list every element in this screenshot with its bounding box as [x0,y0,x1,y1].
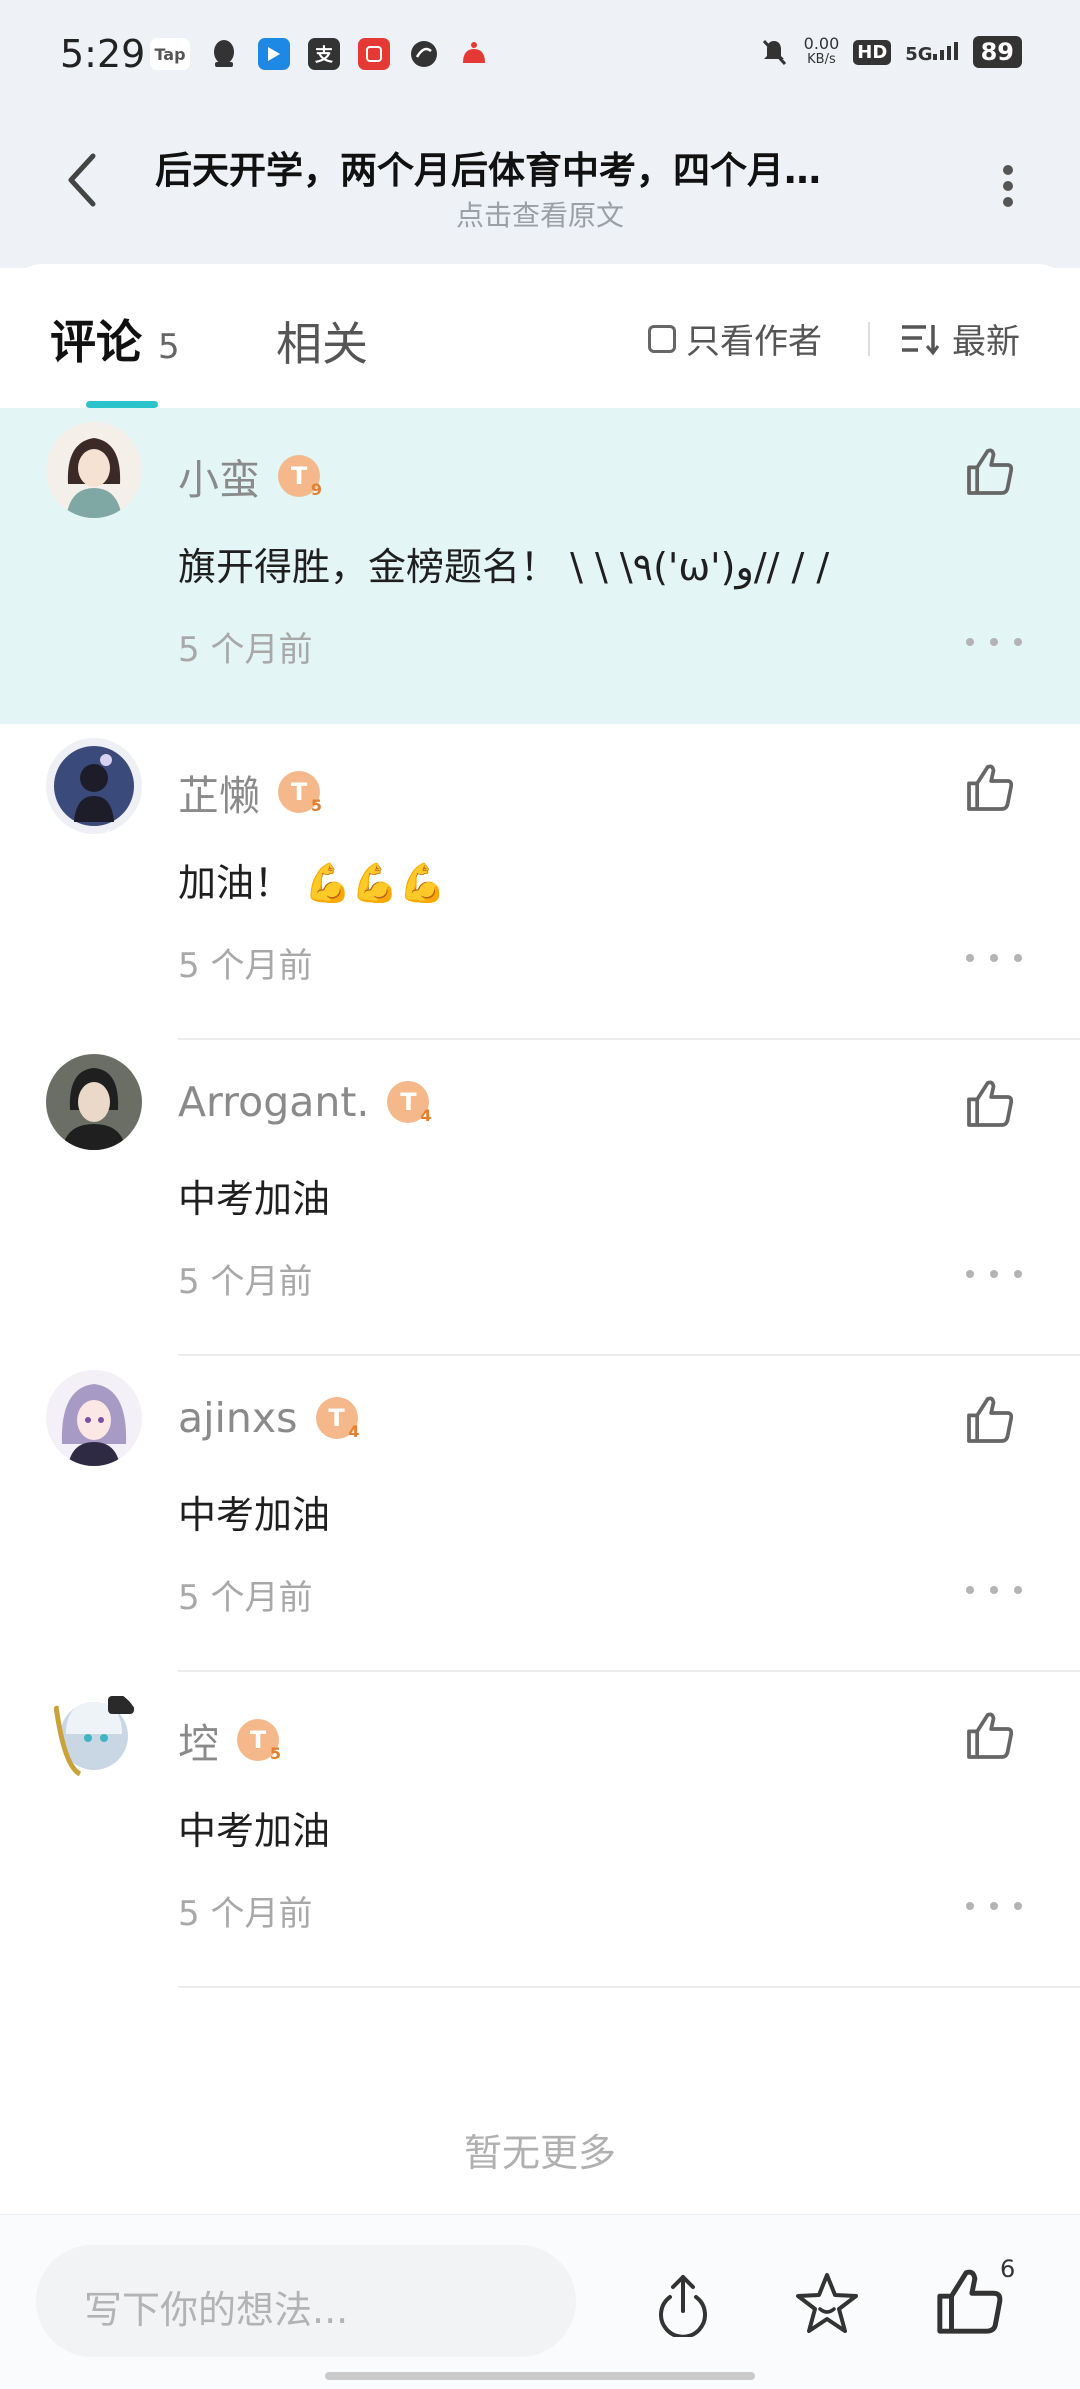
comment-more-button[interactable] [966,1894,1022,1918]
comment-username[interactable]: 小蛮 T9 [178,446,322,506]
bilibili-icon [258,38,290,70]
divider [868,322,870,356]
status-indicators: 0.00 KB/s HD 5G 89 [758,36,1022,68]
comments-sheet: 评论 5 相关 只看作者 最新 小蛮 T9 旗开得胜，金榜题名！ \ \ \٩(… [0,264,1080,2214]
comment-time: 5 个月前 [178,1578,313,1618]
comment-item[interactable]: Arrogant. T4 中考加油 5 个月前 [0,1040,1080,1356]
username-text: ajinxs [178,1394,298,1442]
author-only-label: 只看作者 [686,322,822,362]
home-indicator[interactable] [325,2372,755,2380]
alipay-icon: 支 [308,38,340,70]
comment-time: 5 个月前 [178,946,313,986]
favorite-star-icon[interactable] [792,2269,862,2339]
tab-comments[interactable]: 评论 5 [50,306,180,372]
status-time: 5:29 [60,32,146,76]
net-speed: 0.00 KB/s [803,34,840,68]
thumbs-up-icon[interactable] [962,1076,1018,1132]
tab-bar: 评论 5 相关 只看作者 最新 [0,264,1080,408]
thumbs-up-icon[interactable] [962,444,1018,500]
comment-more-button[interactable] [966,946,1022,970]
level-badge: T4 [387,1081,431,1125]
avatar[interactable] [46,738,142,834]
avatar[interactable] [46,1370,142,1466]
comment-username[interactable]: ajinxs T4 [178,1394,360,1442]
browser-icon [408,38,440,70]
taptap-icon: Tap [150,38,190,70]
comment-username[interactable]: 芷懒 T5 [178,762,322,822]
level-badge: T4 [315,1397,360,1441]
comment-text: 加油！ 💪💪💪 [178,861,447,905]
game-icon [458,38,490,70]
hd-badge: HD [853,39,892,65]
status-app-icons: Tap 支 [150,38,490,70]
sort-button[interactable]: 最新 [900,314,1020,363]
comment-text: 中考加油 [178,1493,331,1537]
comment-text: 中考加油 [178,1809,331,1853]
more-vertical-icon [1003,165,1013,207]
thumbs-up-icon[interactable] [962,1392,1018,1448]
page-title[interactable]: 后天开学，两个月后体育中考，四个月… [155,140,915,194]
username-text: 芷懒 [178,772,260,820]
avatar[interactable] [46,422,142,518]
username-text: Arrogant. [178,1078,370,1126]
comment-item[interactable]: ajinxs T4 中考加油 5 个月前 [0,1356,1080,1672]
comment-time: 5 个月前 [178,1894,313,1934]
comment-username[interactable]: 埪 T5 [178,1710,281,1770]
thumbs-up-icon[interactable] [962,760,1018,816]
avatar[interactable] [46,1686,142,1782]
like-count: 6 [1000,2255,1016,2283]
comment-item[interactable]: 芷懒 T5 加油！ 💪💪💪 5 个月前 [0,724,1080,1040]
username-text: 埪 [178,1720,219,1768]
comment-input[interactable]: 写下你的想法... [36,2245,576,2357]
divider [178,1986,1080,1988]
tab-active-indicator [86,401,158,408]
comment-time: 5 个月前 [178,1262,313,1302]
sort-icon [902,324,940,355]
username-text: 小蛮 [178,456,260,504]
avatar[interactable] [46,1054,142,1150]
view-original-link[interactable]: 点击查看原文 [0,194,1080,234]
tab-related[interactable]: 相关 [276,308,368,374]
comment-more-button[interactable] [966,1262,1022,1286]
comment-item[interactable]: 埪 T5 中考加油 5 个月前 [0,1672,1080,1988]
comment-input-placeholder: 写下你的想法... [84,2288,349,2332]
comment-item[interactable]: 小蛮 T9 旗开得胜，金榜题名！ \ \ \٩('ω')و// / / 5 个月… [0,408,1080,724]
more-options-button[interactable] [978,154,1038,218]
comment-more-button[interactable] [966,1578,1022,1602]
level-badge: T5 [278,771,322,815]
title-bar: 后天开学，两个月后体育中考，四个月… 点击查看原文 [0,118,1080,268]
status-bar: 5:29 Tap 支 0.00 KB/s HD 5G 89 [0,0,1080,118]
comment-time: 5 个月前 [178,630,313,670]
tab-comments-label: 评论 [50,315,142,369]
tab-comments-count: 5 [158,327,180,367]
author-only-toggle[interactable]: 只看作者 [648,314,822,363]
battery-icon: 89 [972,36,1022,68]
thumbs-up-icon[interactable] [962,1708,1018,1764]
comment-username[interactable]: Arrogant. T4 [178,1078,431,1126]
level-badge: T5 [237,1719,281,1763]
thumbs-up-icon[interactable] [934,2267,1004,2337]
comment-text: 中考加油 [178,1177,331,1221]
no-more-label: 暂无更多 [463,2131,616,2175]
qq-icon [208,38,240,70]
xiaohongshu-icon [358,38,390,70]
bottom-action-bar: 写下你的想法... 6 [0,2214,1080,2389]
sort-label: 最新 [952,322,1020,362]
comment-more-button[interactable] [966,630,1022,654]
signal-icon: 5G [905,40,958,65]
level-badge: T9 [278,455,322,499]
mute-icon [762,39,786,66]
comment-text: 旗开得胜，金榜题名！ \ \ \٩('ω')و// / / [178,545,830,589]
checkbox-icon [648,324,676,353]
share-icon[interactable] [650,2271,716,2337]
